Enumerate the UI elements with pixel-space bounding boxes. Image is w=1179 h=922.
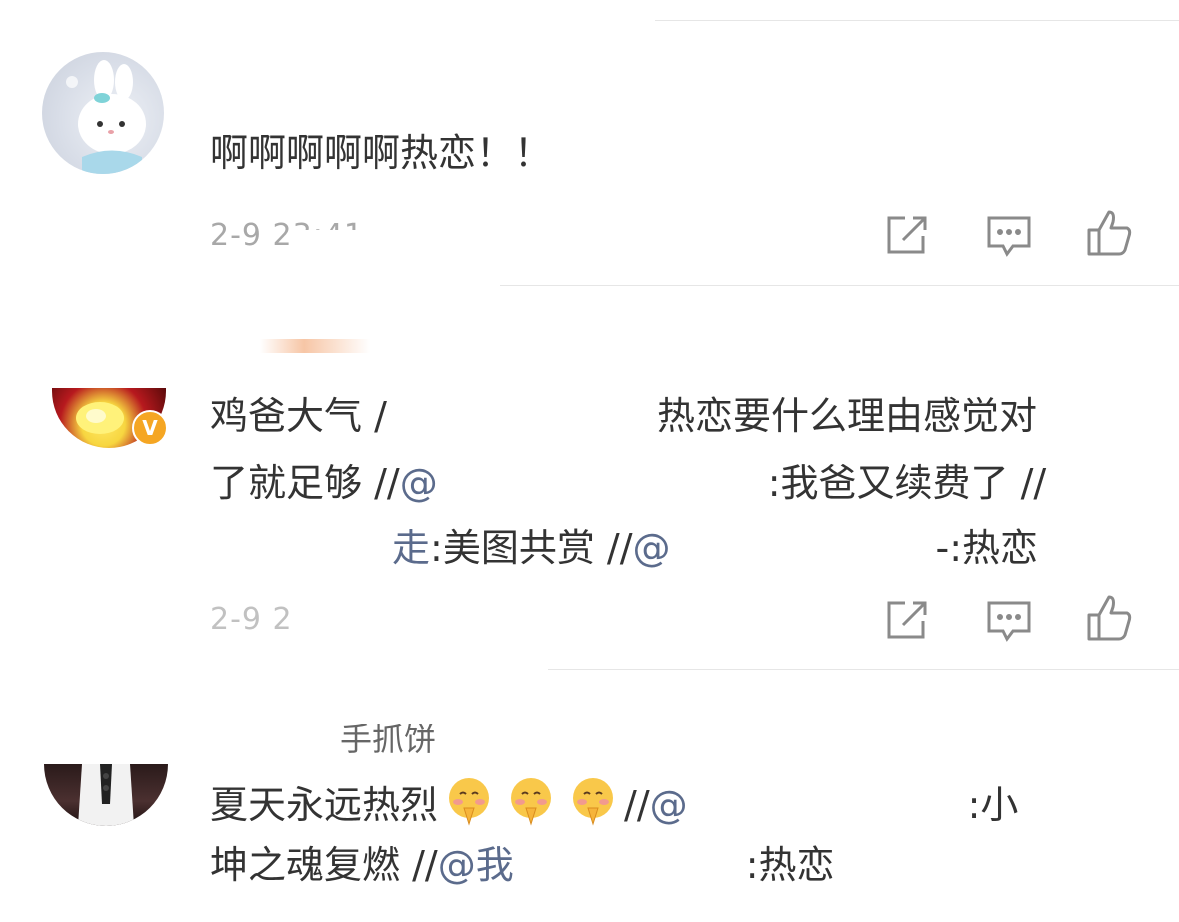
username bbox=[260, 334, 370, 359]
thumbs-up-icon[interactable] bbox=[1085, 593, 1133, 641]
mention-link[interactable]: @ bbox=[633, 526, 671, 570]
comment-text-line: 了就足够 //@:我爸又续费了 // bbox=[210, 461, 1047, 505]
avatar[interactable] bbox=[42, 52, 164, 174]
mention-link[interactable]: 走 bbox=[392, 526, 430, 570]
comment-item: 手抓饼 夏天永远热烈//@:小 坤之魂复燃 //@我:热恋 bbox=[0, 670, 1179, 922]
mention-link[interactable]: @ bbox=[400, 461, 438, 505]
bunny-plush-avatar-icon bbox=[66, 60, 146, 174]
comment-text-line: 走:美图共赏 //@ -:热恋 bbox=[392, 526, 1039, 570]
thumbs-up-icon[interactable] bbox=[1085, 208, 1133, 256]
share-icon[interactable] bbox=[883, 212, 931, 260]
shy-praying-face-emoji bbox=[500, 778, 562, 827]
shy-praying-face-emoji bbox=[562, 778, 624, 827]
verified-icon: V bbox=[142, 416, 158, 440]
avatar[interactable] bbox=[44, 764, 168, 826]
comment-time: 2-9 2 bbox=[210, 602, 293, 637]
portrait-avatar-icon bbox=[78, 764, 134, 826]
verified-badge: V bbox=[132, 410, 168, 446]
comment-icon[interactable] bbox=[985, 597, 1033, 645]
mention-link[interactable]: @我 bbox=[438, 843, 514, 887]
share-icon[interactable] bbox=[883, 597, 931, 645]
comment-text-line: 夏天永远热烈//@:小 bbox=[210, 776, 1018, 827]
mention-link[interactable]: @ bbox=[650, 783, 688, 827]
shy-praying-face-emoji bbox=[438, 778, 500, 827]
comment-text-line: 坤之魂复燃 //@我:热恋 bbox=[210, 843, 835, 887]
username: 手抓饼 bbox=[340, 720, 437, 758]
comment-text-line: 鸡爸大气 / 热恋要什么理由感觉对 bbox=[210, 394, 1037, 438]
comment-text: 啊啊啊啊啊热恋！！ bbox=[210, 131, 553, 175]
comment-icon[interactable] bbox=[985, 212, 1033, 260]
